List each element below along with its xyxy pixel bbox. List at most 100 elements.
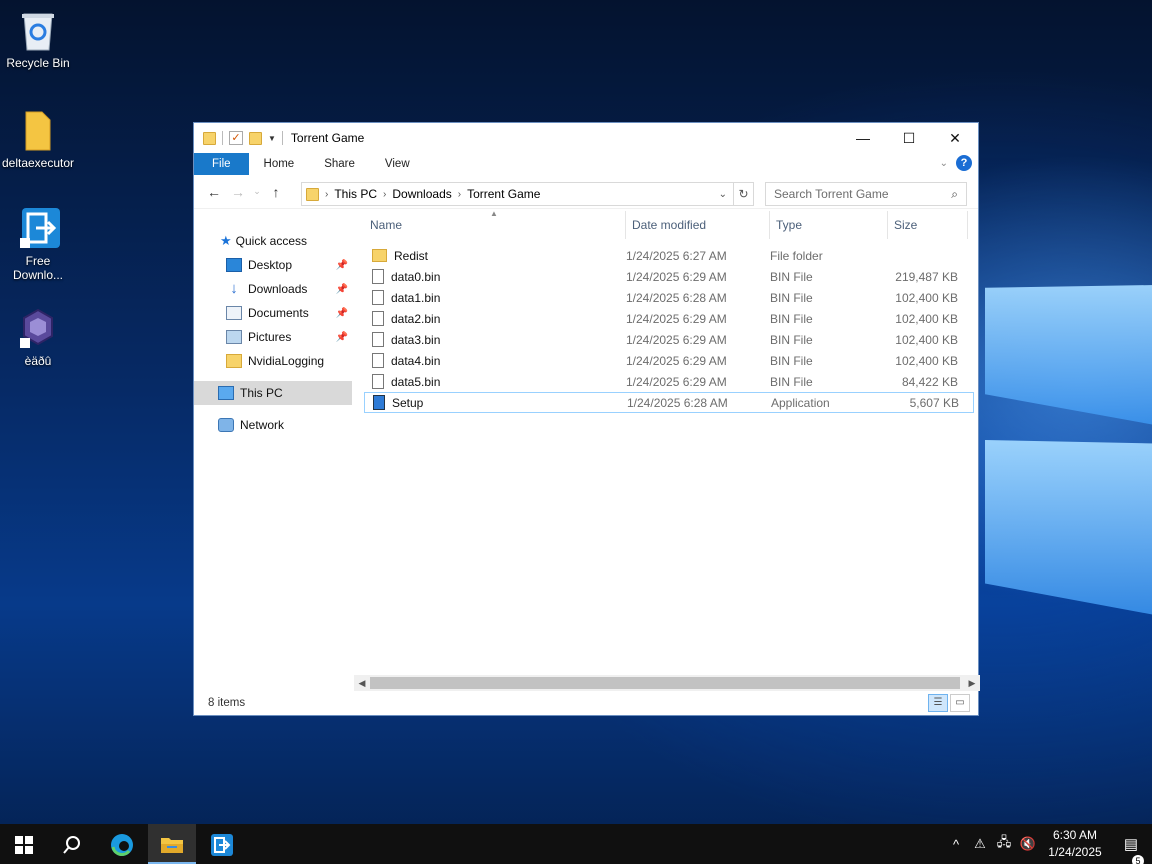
taskbar-free-download-manager-button[interactable] bbox=[198, 824, 246, 864]
file-icon bbox=[372, 311, 384, 326]
nav-item-this-pc[interactable]: This PC bbox=[194, 381, 352, 405]
volume-muted-icon[interactable]: 🔇 bbox=[1016, 836, 1040, 852]
forward-button[interactable]: → bbox=[226, 184, 250, 200]
tab-view[interactable]: View bbox=[370, 153, 425, 175]
file-explorer-window[interactable]: ✓ ▼ Torrent Game — ☐ ✕ File Home Share V… bbox=[193, 122, 980, 716]
show-hidden-icons-chevron-icon[interactable]: ^ bbox=[944, 837, 968, 852]
file-row-setup[interactable]: Setup 1/24/2025 6:28 AM Application 5,60… bbox=[364, 392, 974, 413]
chevron-right-icon[interactable]: › bbox=[458, 189, 461, 200]
pin-icon: 📌 bbox=[335, 283, 348, 295]
search-button[interactable] bbox=[48, 824, 96, 864]
nav-item-label: Pictures bbox=[248, 330, 292, 344]
horizontal-scrollbar[interactable]: ◀ ▶ bbox=[354, 675, 980, 691]
ribbon-tabs: File Home Share View ⌄ ? bbox=[194, 153, 978, 175]
desktop-icon-deltaexecutor[interactable]: deltaexecutor bbox=[0, 108, 76, 170]
scroll-left-icon[interactable]: ◀ bbox=[354, 675, 370, 691]
folder-icon bbox=[18, 108, 58, 152]
breadcrumb-torrent-game[interactable]: Torrent Game bbox=[467, 187, 540, 201]
desktop-icon-free-download-manager[interactable]: Free Downlo... bbox=[0, 206, 76, 282]
windows-logo-icon bbox=[15, 836, 33, 855]
help-icon[interactable]: ? bbox=[956, 155, 972, 171]
gamecube-icon bbox=[18, 306, 58, 350]
new-folder-icon[interactable] bbox=[249, 131, 262, 145]
tab-home[interactable]: Home bbox=[249, 153, 310, 175]
file-type: BIN File bbox=[770, 332, 813, 347]
large-icons-view-button[interactable]: ▭ bbox=[950, 694, 970, 712]
title-bar[interactable]: ✓ ▼ Torrent Game — ☐ ✕ bbox=[194, 123, 978, 153]
sort-ascending-icon: ▲ bbox=[490, 209, 498, 218]
folder-icon bbox=[306, 187, 319, 201]
notification-icon: ▤ bbox=[1123, 836, 1139, 853]
desktop-icon-gamecube[interactable]: èäðû bbox=[0, 306, 76, 368]
file-date: 1/24/2025 6:29 AM bbox=[626, 374, 727, 389]
address-dropdown-icon[interactable]: ⌄ bbox=[719, 189, 727, 200]
security-alert-icon[interactable]: ⚠ bbox=[968, 836, 992, 852]
file-row-data5[interactable]: data5.bin 1/24/2025 6:29 AM BIN File 84,… bbox=[364, 371, 974, 392]
desktop-icon-label: Downlo... bbox=[12, 268, 64, 282]
file-row-data3[interactable]: data3.bin 1/24/2025 6:29 AM BIN File 102… bbox=[364, 329, 974, 350]
file-date: 1/24/2025 6:28 AM bbox=[626, 290, 727, 305]
file-size: 219,487 KB bbox=[895, 269, 958, 284]
network-status-icon[interactable]: 🖧 bbox=[992, 833, 1016, 855]
column-header-type[interactable]: Type bbox=[770, 211, 888, 239]
scrollbar-thumb[interactable] bbox=[370, 677, 960, 689]
taskbar-file-explorer-button[interactable] bbox=[148, 824, 196, 864]
column-header-size[interactable]: Size bbox=[888, 211, 968, 239]
clock[interactable]: 6:30 AM 1/24/2025 bbox=[1040, 827, 1110, 861]
back-button[interactable]: ← bbox=[202, 184, 226, 200]
nav-item-network[interactable]: Network bbox=[194, 413, 352, 437]
notification-count-badge: 5 bbox=[1132, 855, 1144, 864]
nav-item-desktop[interactable]: Desktop 📌 bbox=[194, 253, 352, 277]
file-row-data4[interactable]: data4.bin 1/24/2025 6:29 AM BIN File 102… bbox=[364, 350, 974, 371]
file-size: 5,607 KB bbox=[909, 395, 959, 410]
file-row-data0[interactable]: data0.bin 1/24/2025 6:29 AM BIN File 219… bbox=[364, 266, 974, 287]
desktop-icon-recycle-bin[interactable]: Recycle Bin bbox=[0, 8, 76, 70]
file-type: BIN File bbox=[770, 353, 813, 368]
refresh-button[interactable]: ↻ bbox=[734, 182, 754, 206]
tab-file[interactable]: File bbox=[194, 153, 249, 175]
nav-item-downloads[interactable]: ↓ Downloads 📌 bbox=[194, 277, 352, 301]
desktop-icon-label: Free bbox=[25, 254, 51, 268]
file-type: BIN File bbox=[770, 374, 813, 389]
taskbar: ^ ⚠ 🖧 🔇 6:30 AM 1/24/2025 ▤ 5 bbox=[0, 824, 1152, 864]
action-center-button[interactable]: ▤ 5 bbox=[1110, 835, 1152, 864]
clock-time: 6:30 AM bbox=[1052, 828, 1098, 842]
nav-item-label: Desktop bbox=[248, 258, 293, 272]
breadcrumb-downloads[interactable]: Downloads bbox=[392, 187, 451, 201]
properties-icon[interactable]: ✓ bbox=[229, 131, 243, 145]
search-placeholder: Search Torrent Game bbox=[774, 187, 889, 201]
chevron-down-icon[interactable]: ▼ bbox=[268, 134, 276, 143]
up-button[interactable]: ↑ bbox=[264, 184, 288, 200]
file-row-redist[interactable]: Redist 1/24/2025 6:27 AM File folder bbox=[364, 245, 974, 266]
scroll-right-icon[interactable]: ▶ bbox=[964, 675, 980, 691]
divider bbox=[222, 131, 223, 145]
address-bar[interactable]: › This PC › Downloads › Torrent Game ⌄ bbox=[301, 182, 734, 206]
nav-item-nvidialogging[interactable]: NvidiaLogging bbox=[194, 349, 352, 373]
breadcrumb-this-pc[interactable]: This PC bbox=[334, 187, 377, 201]
file-name: data1.bin bbox=[391, 290, 441, 305]
expand-ribbon-icon[interactable]: ⌄ bbox=[940, 158, 948, 169]
start-button[interactable] bbox=[0, 824, 48, 864]
file-row-data2[interactable]: data2.bin 1/24/2025 6:29 AM BIN File 102… bbox=[364, 308, 974, 329]
desktop-icon-label: Recycle Bin bbox=[6, 56, 70, 70]
file-size: 102,400 KB bbox=[895, 353, 958, 368]
file-type: BIN File bbox=[770, 269, 813, 284]
star-icon: ★ bbox=[220, 233, 232, 248]
tab-share[interactable]: Share bbox=[309, 153, 370, 175]
nav-item-pictures[interactable]: Pictures 📌 bbox=[194, 325, 352, 349]
close-button[interactable]: ✕ bbox=[932, 123, 978, 153]
taskbar-edge-button[interactable] bbox=[98, 824, 146, 864]
minimize-button[interactable]: — bbox=[840, 123, 886, 153]
recent-locations-button[interactable]: ⌄ bbox=[250, 186, 264, 197]
nav-item-label: Quick access bbox=[235, 234, 308, 248]
file-list: ▲ Name Date modified Type Size Redist 1/… bbox=[364, 209, 974, 413]
file-row-data1[interactable]: data1.bin 1/24/2025 6:28 AM BIN File 102… bbox=[364, 287, 974, 308]
chevron-right-icon[interactable]: › bbox=[383, 189, 386, 200]
details-view-button[interactable]: ☰ bbox=[928, 694, 948, 712]
column-header-date[interactable]: Date modified bbox=[626, 211, 770, 239]
maximize-button[interactable]: ☐ bbox=[886, 123, 932, 153]
nav-item-documents[interactable]: Documents 📌 bbox=[194, 301, 352, 325]
file-icon bbox=[372, 353, 384, 368]
nav-item-quick-access[interactable]: ★ Quick access bbox=[194, 229, 352, 253]
search-input[interactable]: Search Torrent Game ⌕ bbox=[765, 182, 967, 206]
